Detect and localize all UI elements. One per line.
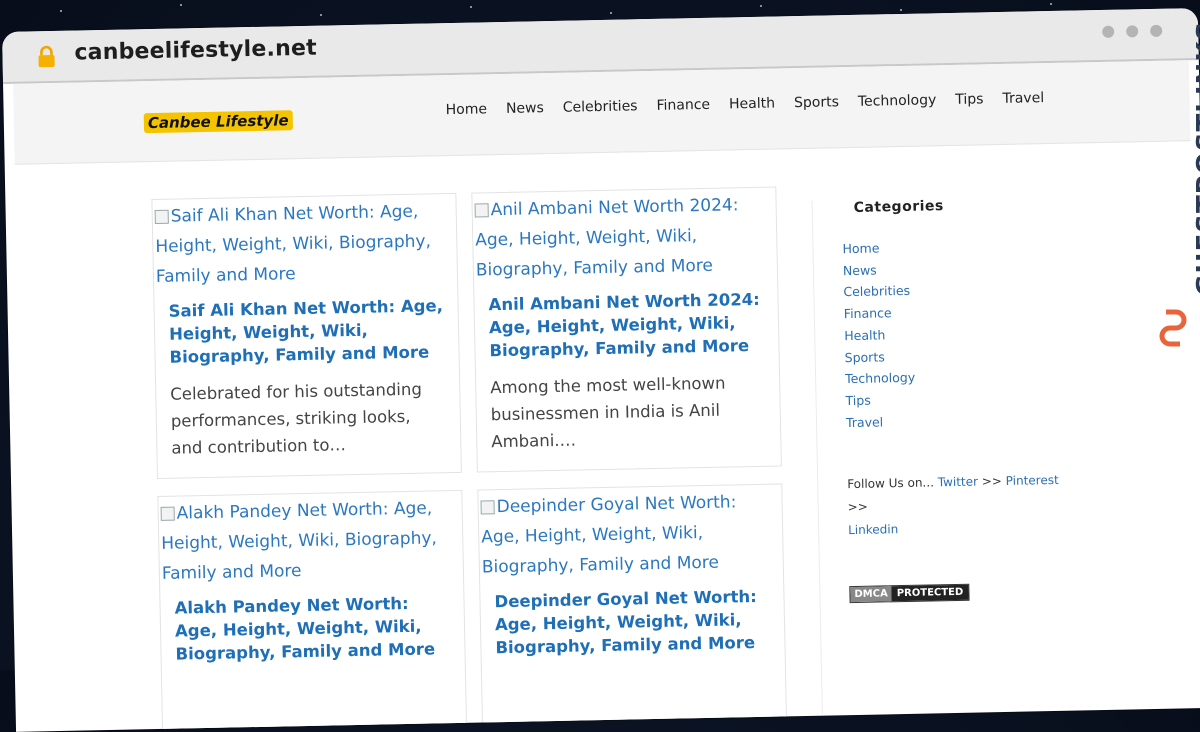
nav-technology[interactable]: Technology bbox=[858, 92, 937, 110]
post-excerpt: Among the most well-known businessmen in… bbox=[490, 373, 726, 452]
sidebar: Categories Home News Celebrities Finance… bbox=[842, 196, 1080, 604]
post-image[interactable]: Deepinder Goyal Net Worth: Age, Height, … bbox=[478, 484, 783, 582]
follow-separator: >> bbox=[981, 474, 1003, 489]
watermark-text: GUESTPOSTLINKS bbox=[1192, 20, 1200, 296]
post-card[interactable]: Saif Ali Khan Net Worth: Age, Height, We… bbox=[151, 192, 462, 479]
post-image-alt-text: Saif Ali Khan Net Worth: Age, Height, We… bbox=[155, 201, 432, 287]
twitter-link[interactable]: Twitter bbox=[938, 475, 978, 490]
broken-image-icon bbox=[474, 203, 489, 218]
follow-prefix: Follow Us on... bbox=[847, 475, 935, 492]
post-image-alt-text: Anil Ambani Net Worth 2024: Age, Height,… bbox=[475, 195, 739, 281]
window-controls bbox=[1102, 24, 1163, 38]
post-image-alt-text: Deepinder Goyal Net Worth: Age, Height, … bbox=[481, 492, 737, 578]
post-image[interactable]: Alakh Pandey Net Worth: Age, Height, Wei… bbox=[158, 491, 463, 589]
follow-separator: >> bbox=[847, 500, 868, 515]
broken-image-icon bbox=[160, 506, 175, 521]
category-list: Home News Celebrities Finance Health Spo… bbox=[842, 234, 1076, 434]
post-card[interactable]: Alakh Pandey Net Worth: Age, Height, Wei… bbox=[157, 489, 468, 732]
nav-travel[interactable]: Travel bbox=[1002, 90, 1044, 107]
dmca-badge[interactable]: DMCA PROTECTED bbox=[849, 584, 970, 604]
nav-news[interactable]: News bbox=[506, 100, 544, 117]
page-backdrop: canbeelifestyle.net Canbee Lifestyle Hom… bbox=[0, 0, 1200, 732]
nav-home[interactable]: Home bbox=[445, 101, 487, 118]
post-excerpt bbox=[176, 672, 451, 678]
post-card[interactable]: Anil Ambani Net Worth 2024: Age, Height,… bbox=[471, 186, 782, 473]
lock-icon bbox=[38, 45, 55, 68]
broken-image-icon bbox=[480, 500, 495, 515]
post-image[interactable]: Saif Ali Khan Net Worth: Age, Height, We… bbox=[152, 194, 457, 292]
broken-image-icon bbox=[154, 209, 169, 224]
nav-celebrities[interactable]: Celebrities bbox=[563, 98, 638, 115]
post-title[interactable]: Saif Ali Khan Net Worth: Age, Height, We… bbox=[168, 294, 444, 369]
main-nav: Home News Celebrities Finance Health Spo… bbox=[445, 90, 1044, 118]
follow-us: Follow Us on... Twitter >> Pinterest >> … bbox=[847, 469, 1078, 543]
linkedin-link[interactable]: Linkedin bbox=[848, 522, 898, 537]
nav-health[interactable]: Health bbox=[729, 96, 775, 113]
url-text[interactable]: canbeelifestyle.net bbox=[74, 36, 317, 66]
nav-tips[interactable]: Tips bbox=[955, 91, 984, 108]
post-title[interactable]: Deepinder Goyal Net Worth: Age, Height, … bbox=[494, 585, 770, 660]
window-dot-icon[interactable] bbox=[1150, 24, 1163, 37]
chain-link-icon bbox=[1159, 309, 1187, 347]
post-title[interactable]: Anil Ambani Net Worth 2024: Age, Height,… bbox=[488, 288, 764, 363]
watermark: GUESTPOSTLINKS bbox=[1152, 21, 1200, 360]
category-travel[interactable]: Travel bbox=[846, 407, 1076, 433]
dmca-badge-right: PROTECTED bbox=[891, 585, 969, 602]
post-excerpt bbox=[496, 666, 771, 672]
pinterest-link[interactable]: Pinterest bbox=[1006, 473, 1059, 488]
post-excerpt: Celebrated for his outstanding performan… bbox=[170, 379, 423, 458]
post-card[interactable]: Deepinder Goyal Net Worth: Age, Height, … bbox=[477, 483, 788, 730]
window-dot-icon[interactable] bbox=[1102, 25, 1115, 38]
site-logo[interactable]: Canbee Lifestyle bbox=[143, 110, 293, 134]
sidebar-divider bbox=[811, 200, 823, 721]
nav-finance[interactable]: Finance bbox=[656, 97, 710, 114]
nav-sports[interactable]: Sports bbox=[794, 94, 839, 111]
post-image-alt-text: Alakh Pandey Net Worth: Age, Height, Wei… bbox=[161, 498, 438, 584]
post-title[interactable]: Alakh Pandey Net Worth: Age, Height, Wei… bbox=[174, 591, 450, 666]
window-dot-icon[interactable] bbox=[1126, 25, 1139, 38]
sidebar-heading: Categories bbox=[853, 198, 944, 216]
post-image[interactable]: Anil Ambani Net Worth 2024: Age, Height,… bbox=[472, 188, 777, 286]
dmca-badge-left: DMCA bbox=[850, 586, 892, 603]
browser-window: canbeelifestyle.net Canbee Lifestyle Hom… bbox=[2, 7, 1200, 732]
